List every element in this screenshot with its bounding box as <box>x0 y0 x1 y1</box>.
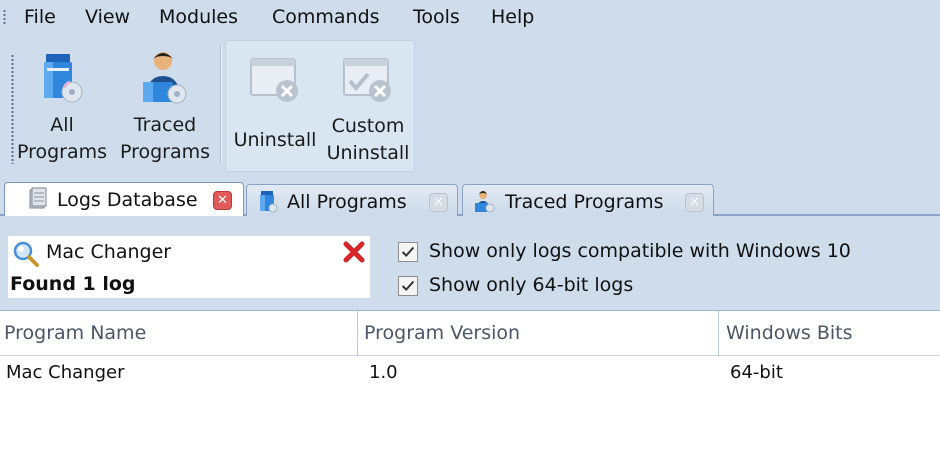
menu-file[interactable]: File <box>24 6 56 28</box>
tab-all-programs-close-icon[interactable]: ✕ <box>429 193 448 212</box>
64bit-checkbox[interactable] <box>398 276 418 296</box>
table-header: Program Name Program Version Windows Bit… <box>0 310 940 356</box>
all-programs-label: All Programs <box>16 114 108 163</box>
tab-logs-database[interactable]: Logs Database ✕ <box>4 182 244 216</box>
toolbar: All Programs Traced Programs Uninstall C… <box>0 34 940 176</box>
64bit-checkbox-label[interactable]: Show only 64-bit logs <box>429 274 633 296</box>
cell-program-version: 1.0 <box>369 362 398 383</box>
windows10-checkbox[interactable] <box>398 242 418 262</box>
toolbar-group-programs: All Programs Traced Programs <box>8 40 220 172</box>
menu-help[interactable]: Help <box>491 6 534 28</box>
tab-all-programs-label: All Programs <box>287 191 407 213</box>
traced-programs-button[interactable]: Traced Programs <box>112 40 218 172</box>
search-box: Found 1 log <box>8 236 370 298</box>
custom-uninstall-icon <box>343 58 391 102</box>
menu-grip-handle[interactable] <box>3 9 6 25</box>
tab-traced-programs-label: Traced Programs <box>505 191 664 213</box>
toolbar-separator <box>220 46 222 162</box>
menu-view[interactable]: View <box>85 6 130 28</box>
tab-all-programs[interactable]: All Programs ✕ <box>246 184 458 216</box>
menu-commands[interactable]: Commands <box>272 6 380 28</box>
tab-traced-programs-close-icon[interactable]: ✕ <box>685 193 704 212</box>
column-divider[interactable] <box>718 311 719 356</box>
uninstall-icon <box>250 58 298 102</box>
tab-logs-database-label: Logs Database <box>57 189 198 211</box>
search-icon <box>13 241 39 267</box>
tab-traced-programs[interactable]: Traced Programs ✕ <box>462 184 714 216</box>
column-header-program-version[interactable]: Program Version <box>364 322 520 344</box>
all-programs-icon <box>44 54 83 103</box>
traced-programs-label: Traced Programs <box>119 114 211 163</box>
menu-modules[interactable]: Modules <box>159 6 238 28</box>
cell-windows-bits: 64-bit <box>730 362 783 383</box>
uninstall-label: Uninstall <box>233 129 317 151</box>
windows10-checkbox-label[interactable]: Show only logs compatible with Windows 1… <box>429 240 851 262</box>
column-header-program-name[interactable]: Program Name <box>4 322 146 344</box>
search-input[interactable] <box>46 241 336 263</box>
table-row[interactable]: Mac Changer 1.0 64-bit <box>0 357 940 389</box>
traced-programs-icon <box>143 52 187 104</box>
user-icon <box>475 191 495 213</box>
custom-uninstall-label: Custom Uninstall <box>326 115 410 164</box>
database-icon <box>29 187 47 209</box>
search-result-count: Found 1 log <box>10 273 136 295</box>
menu-tools[interactable]: Tools <box>413 6 460 28</box>
all-programs-button[interactable]: All Programs <box>12 40 112 172</box>
uninstall-button[interactable]: Uninstall <box>228 41 322 173</box>
column-header-windows-bits[interactable]: Windows Bits <box>726 322 853 344</box>
menu-bar: File View Modules Commands Tools Help <box>0 0 940 34</box>
tab-logs-database-close-icon[interactable]: ✕ <box>213 191 232 210</box>
clear-search-icon[interactable] <box>342 240 366 264</box>
column-divider[interactable] <box>357 311 358 356</box>
toolbar-group-uninstall: Uninstall Custom Uninstall <box>225 40 415 172</box>
programs-icon <box>260 191 278 213</box>
cell-program-name: Mac Changer <box>6 362 125 383</box>
custom-uninstall-button[interactable]: Custom Uninstall <box>322 41 414 173</box>
